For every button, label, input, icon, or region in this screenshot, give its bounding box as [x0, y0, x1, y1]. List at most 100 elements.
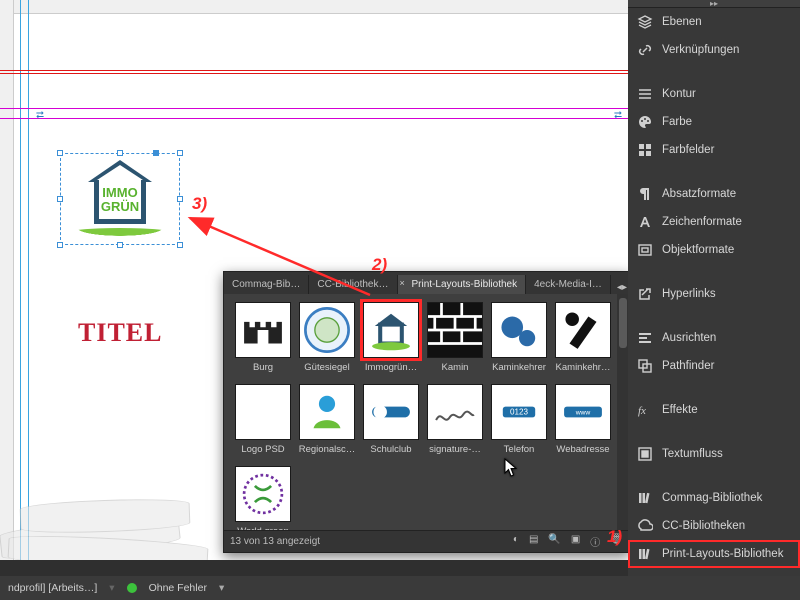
library-item-label: Burg: [232, 362, 294, 373]
panel-zeichenformate[interactable]: Zeichenformate: [628, 208, 800, 236]
library-thumb: [555, 302, 611, 358]
library-item-label: World green: [232, 526, 294, 530]
para-icon: [636, 185, 654, 203]
panel-kontur[interactable]: Kontur: [628, 80, 800, 108]
guide-horizontal[interactable]: [0, 108, 628, 109]
panel-label: Ebenen: [662, 16, 702, 28]
panel-cc-bib[interactable]: CC-Bibliotheken: [628, 512, 800, 540]
library-item-label: Regionalsc…: [296, 444, 358, 455]
library-tool-info-icon[interactable]: ⓘ: [590, 534, 600, 549]
library-item[interactable]: Immogrün…: [360, 302, 422, 382]
library-item[interactable]: World green: [232, 466, 294, 530]
panel-label: Farbfelder: [662, 144, 714, 156]
ruler-horizontal[interactable]: [0, 0, 628, 14]
preflight-ok-icon[interactable]: [127, 583, 137, 593]
panel-label: Absatzformate: [662, 188, 736, 200]
panel-farbe[interactable]: Farbe: [628, 108, 800, 136]
panel-collapse-bar[interactable]: ▸▸: [628, 0, 800, 8]
library-thumb: [235, 384, 291, 440]
panel-label: Textumfluss: [662, 448, 723, 460]
library-item-label: Gütesiegel: [296, 362, 358, 373]
library-status: 13 von 13 angezeigt: [230, 536, 320, 547]
swatches-icon: [636, 141, 654, 159]
bleed-line: [0, 70, 629, 74]
library-tabs: Commag-Bib…CC-Bibliothek…Print-Layouts-B…: [224, 272, 629, 294]
wrap-icon: [636, 445, 654, 463]
library-item[interactable]: Kaminkehr…: [552, 302, 614, 382]
library-item-label: Kamin: [424, 362, 486, 373]
library-thumb: [363, 302, 419, 358]
library-item[interactable]: Kamin: [424, 302, 486, 382]
library-item-label: Immogrün…: [360, 362, 422, 373]
library-tab[interactable]: Commag-Bib…: [224, 275, 309, 294]
svg-text:www: www: [575, 410, 591, 417]
guide-horizontal[interactable]: [0, 118, 628, 119]
preflight-status[interactable]: Ohne Fehler: [149, 582, 207, 594]
panel-verknuepf[interactable]: Verknüpfungen: [628, 36, 800, 64]
library-grid: BurgGütesiegelImmogrün…KaminKaminkehrerK…: [232, 302, 625, 530]
link-icon: ⮂: [614, 110, 628, 120]
panel-absatzformate[interactable]: Absatzformate: [628, 180, 800, 208]
panel-label: Print-Layouts-Bibliothek: [662, 548, 783, 560]
status-strip: [0, 560, 628, 576]
status-bar: ndprofil] [Arbeits…] ▾ Ohne Fehler ▾: [0, 576, 800, 600]
panel-label: Farbe: [662, 116, 692, 128]
library-item[interactable]: Regionalsc…: [296, 384, 358, 464]
library-item[interactable]: Kaminkehrer: [488, 302, 550, 382]
panel-ebenen[interactable]: Ebenen: [628, 8, 800, 36]
panel-effekte[interactable]: fx Effekte: [628, 396, 800, 424]
library-tool-new-icon[interactable]: ▣: [571, 534, 580, 549]
panel-label: CC-Bibliotheken: [662, 520, 745, 532]
fx-icon: fx: [636, 401, 654, 419]
library-tab[interactable]: CC-Bibliothek…: [309, 275, 397, 294]
library-item[interactable]: Gütesiegel: [296, 302, 358, 382]
library-thumb: [299, 384, 355, 440]
library-item-label: Kaminkehrer: [488, 362, 550, 373]
library-item-label: Webadresse: [552, 444, 614, 455]
panel-label: Verknüpfungen: [662, 44, 739, 56]
library-item[interactable]: Schulclub: [360, 384, 422, 464]
panel-collapse-icon[interactable]: ◂▸: [617, 282, 627, 293]
panel-hyperlinks[interactable]: Hyperlinks: [628, 280, 800, 308]
panel-print-bib[interactable]: Print-Layouts-Bibliothek: [628, 540, 800, 568]
panel-pathfinder[interactable]: Pathfinder: [628, 352, 800, 380]
panel-label: Ausrichten: [662, 332, 716, 344]
hyperlink-icon: [636, 285, 654, 303]
link-icon: ⮂: [36, 110, 50, 120]
library-tab[interactable]: Print-Layouts-Bibliothek: [398, 275, 527, 294]
doc-tab-name[interactable]: ndprofil] [Arbeits…]: [8, 582, 97, 594]
library-thumb: 0123: [491, 384, 547, 440]
panel-textumfluss[interactable]: Textumfluss: [628, 440, 800, 468]
panel-label: Effekte: [662, 404, 698, 416]
library-tool-thumb-icon[interactable]: ◐: [513, 534, 519, 549]
library-item[interactable]: www Webadresse: [552, 384, 614, 464]
library-item-label: Schulclub: [360, 444, 422, 455]
panel-objektformate[interactable]: Objektformate: [628, 236, 800, 264]
placed-logo-immogruen[interactable]: IMMO GRÜN: [66, 160, 174, 240]
library-item[interactable]: Logo PSD: [232, 384, 294, 464]
library-item[interactable]: Burg: [232, 302, 294, 382]
palette-icon: [636, 113, 654, 131]
library-item-label: Telefon: [488, 444, 550, 455]
library-icon: [636, 489, 654, 507]
cc-icon: [636, 517, 654, 535]
annotation-2: 2): [372, 255, 387, 275]
panel-commag-bib[interactable]: Commag-Bibliothek: [628, 484, 800, 512]
logo-text-line1: IMMO: [102, 186, 137, 200]
library-tool-search-icon[interactable]: 🔍: [548, 534, 560, 549]
library-panel[interactable]: Commag-Bib…CC-Bibliothek…Print-Layouts-B…: [223, 271, 630, 553]
panel-farbfelder[interactable]: Farbfelder: [628, 136, 800, 164]
panel-ausrichten[interactable]: Ausrichten: [628, 324, 800, 352]
library-item-label: Logo PSD: [232, 444, 294, 455]
link-icon: [636, 41, 654, 59]
obj-icon: [636, 241, 654, 259]
char-icon: [636, 213, 654, 231]
library-thumb: [363, 384, 419, 440]
layers-icon: [636, 13, 654, 31]
background-sketch: [0, 460, 230, 560]
library-item[interactable]: 0123 Telefon: [488, 384, 550, 464]
title-text[interactable]: TITEL: [78, 318, 163, 348]
library-item[interactable]: signature-…: [424, 384, 486, 464]
library-tab[interactable]: 4eck-Media-I…: [526, 275, 611, 294]
library-tool-list-icon[interactable]: ▤: [529, 534, 538, 549]
